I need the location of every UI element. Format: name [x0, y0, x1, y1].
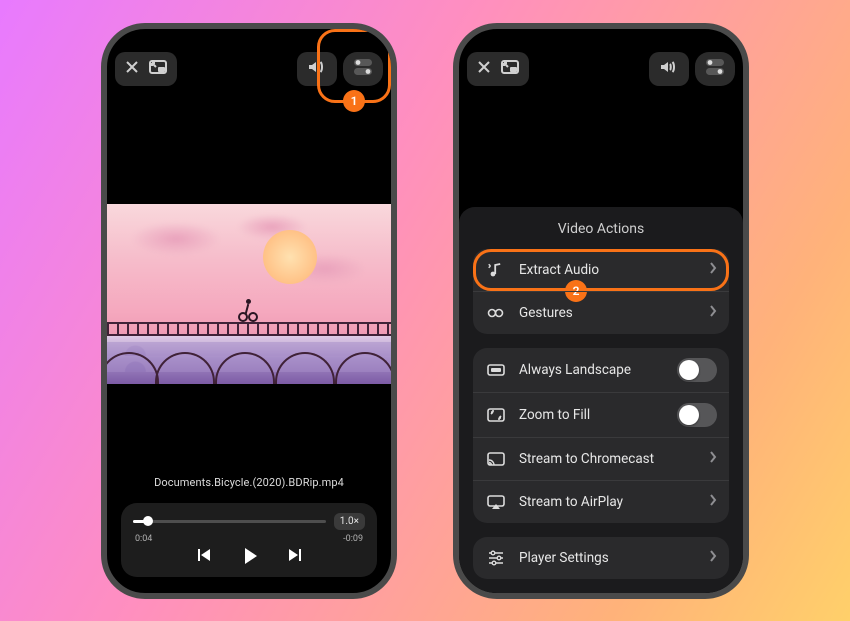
- row-label: Gestures: [519, 305, 697, 321]
- volume-icon: [308, 59, 326, 78]
- zoom-fill-icon: [485, 404, 507, 426]
- row-gestures[interactable]: Gestures: [473, 291, 729, 334]
- video-actions-sheet: Video Actions Extract Audio 2 Gestures: [459, 207, 743, 593]
- close-pip-group: [467, 52, 529, 86]
- toggles-icon: [352, 57, 374, 81]
- row-zoom-to-fill[interactable]: Zoom to Fill: [473, 392, 729, 437]
- callout-1-badge: 1: [343, 90, 365, 112]
- chevron-right-icon: [709, 451, 717, 467]
- close-pip-group: [115, 52, 177, 86]
- airplay-icon: [485, 491, 507, 513]
- actions-toggle-button[interactable]: [695, 52, 735, 86]
- sheet-title: Video Actions: [473, 221, 729, 237]
- chevron-right-icon: [709, 305, 717, 321]
- zoom-toggle[interactable]: [677, 403, 717, 427]
- close-icon[interactable]: [477, 59, 491, 78]
- topbar: [459, 29, 743, 99]
- phone-left: 1 Documents.Bicycle.(2020).BDRip.mp4: [101, 23, 397, 599]
- elapsed-time: 0:04: [135, 534, 152, 544]
- row-airplay[interactable]: Stream to AirPlay: [473, 480, 729, 523]
- prev-track-button[interactable]: [196, 548, 212, 565]
- topbar: [107, 29, 391, 99]
- row-label: Zoom to Fill: [519, 407, 665, 423]
- music-note-icon: [485, 259, 507, 281]
- play-button[interactable]: [242, 548, 257, 564]
- row-label: Always Landscape: [519, 362, 665, 378]
- player-controls: Documents.Bicycle.(2020).BDRip.mp4 1.0× …: [121, 476, 377, 577]
- row-label: Player Settings: [519, 550, 697, 566]
- filename-label: Documents.Bicycle.(2020).BDRip.mp4: [121, 476, 377, 489]
- row-label: Extract Audio: [519, 262, 697, 278]
- scrub-bar[interactable]: [133, 520, 326, 523]
- remaining-time: -0:09: [343, 534, 363, 544]
- toggles-icon: [704, 57, 726, 81]
- chevron-right-icon: [709, 494, 717, 510]
- chromecast-icon: [485, 448, 507, 470]
- volume-button[interactable]: [649, 52, 689, 86]
- volume-button[interactable]: [297, 52, 337, 86]
- volume-icon: [660, 59, 678, 78]
- close-icon[interactable]: [125, 59, 139, 78]
- landscape-toggle[interactable]: [677, 358, 717, 382]
- pip-icon[interactable]: [149, 59, 167, 78]
- chevron-right-icon: [709, 550, 717, 566]
- row-label: Stream to Chromecast: [519, 451, 697, 467]
- gesture-icon: [485, 302, 507, 324]
- row-player-settings[interactable]: Player Settings: [473, 537, 729, 579]
- speed-badge[interactable]: 1.0×: [334, 513, 365, 530]
- video-frame: [107, 204, 391, 384]
- landscape-icon: [485, 359, 507, 381]
- chevron-right-icon: [709, 262, 717, 278]
- next-track-button[interactable]: [287, 548, 303, 565]
- phone-right: Video Actions Extract Audio 2 Gestures: [453, 23, 749, 599]
- row-always-landscape[interactable]: Always Landscape: [473, 348, 729, 392]
- cyclist-silhouette: [238, 300, 258, 322]
- row-label: Stream to AirPlay: [519, 494, 697, 510]
- actions-toggle-button[interactable]: [343, 52, 383, 86]
- row-extract-audio[interactable]: Extract Audio 2: [473, 249, 729, 291]
- scrub-knob[interactable]: [143, 516, 153, 526]
- sliders-icon: [485, 547, 507, 569]
- pip-icon[interactable]: [501, 59, 519, 78]
- row-chromecast[interactable]: Stream to Chromecast: [473, 437, 729, 480]
